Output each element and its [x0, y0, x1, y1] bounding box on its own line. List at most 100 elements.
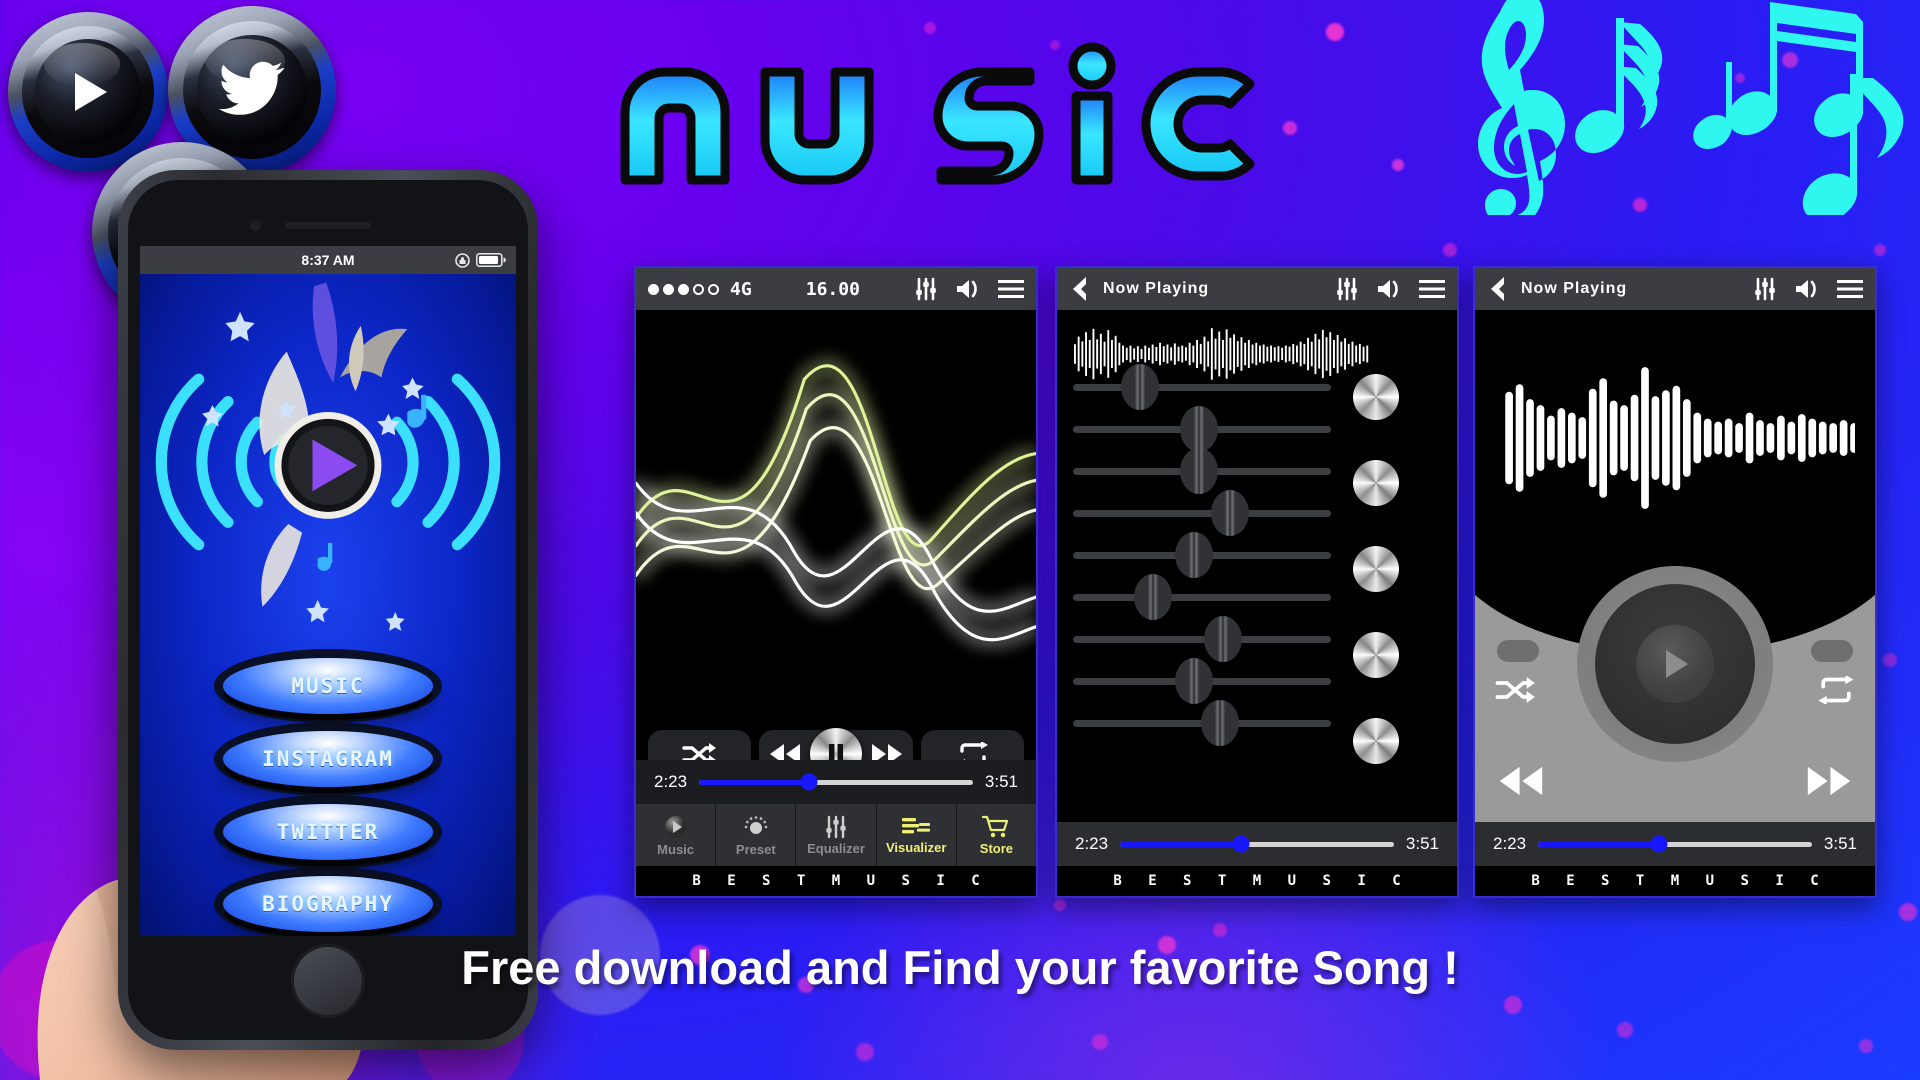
- tab-label: Music: [657, 841, 695, 857]
- eighth-note-small-icon: [1693, 62, 1732, 149]
- battery-icon: [476, 253, 506, 267]
- eq-slider-2[interactable]: [1073, 406, 1331, 452]
- seek-knob[interactable]: [1650, 835, 1668, 853]
- slider-grip[interactable]: [1211, 490, 1250, 536]
- rotary-knob-1[interactable]: [1353, 374, 1399, 420]
- tab-music[interactable]: Music: [636, 804, 717, 866]
- rotary-knob-4[interactable]: [1353, 632, 1399, 678]
- tab-equalizer[interactable]: Equalizer: [796, 804, 877, 866]
- tab-preset[interactable]: Preset: [716, 804, 797, 866]
- seek-slider[interactable]: [1120, 835, 1394, 853]
- front-camera-icon: [250, 220, 261, 231]
- seek-knob[interactable]: [800, 773, 818, 791]
- eq-slider-5[interactable]: [1073, 532, 1331, 578]
- menu-icon[interactable]: [1419, 279, 1445, 299]
- equalizer-icon[interactable]: [1753, 277, 1777, 301]
- slider-grip[interactable]: [1121, 364, 1160, 410]
- tab-store[interactable]: Store: [957, 804, 1036, 866]
- seek-fill: [1120, 841, 1241, 847]
- volume-icon[interactable]: [955, 278, 981, 300]
- chevron-left-icon[interactable]: [1069, 276, 1089, 302]
- seek-fill: [699, 779, 809, 785]
- phone-home-screen: MUSIC INSTAGRAM TWITTER BIOGRAPHY: [140, 274, 516, 936]
- total-time: 3:51: [1823, 834, 1857, 853]
- seek-knob[interactable]: [1232, 835, 1250, 853]
- rounded-bar-waveform: [1505, 367, 1855, 509]
- jog-dial-inner: [1595, 584, 1755, 744]
- screenshot-visualizer: 4G 16.00 2:23 3:51 Music Preset Equalize…: [634, 266, 1038, 898]
- eighth-note-icon: [1802, 74, 1904, 222]
- play-icon: [75, 73, 107, 111]
- rewind-icon[interactable]: [1497, 764, 1545, 798]
- rotary-knob-3[interactable]: [1353, 546, 1399, 592]
- shuffle-icon[interactable]: [1495, 676, 1535, 704]
- volume-icon[interactable]: [1794, 278, 1820, 300]
- slider-grip[interactable]: [1180, 448, 1219, 494]
- tab-label: Visualizer: [885, 839, 947, 855]
- slider-grip[interactable]: [1203, 616, 1242, 662]
- speaker-icon: [664, 815, 687, 838]
- slider-track: [1073, 510, 1331, 517]
- seek-slider[interactable]: [699, 773, 973, 791]
- beamed-eighth-notes-icon: [1728, 2, 1864, 138]
- eq-slider-4[interactable]: [1073, 490, 1331, 536]
- menu-icon[interactable]: [1837, 279, 1863, 299]
- eq-slider-3[interactable]: [1073, 448, 1331, 494]
- slider-track: [1073, 594, 1331, 601]
- menu-icon[interactable]: [998, 279, 1024, 299]
- tab-visualizer[interactable]: Visualizer: [877, 804, 957, 866]
- slider-grip[interactable]: [1175, 658, 1214, 704]
- treble-clef-icon: [1478, 0, 1565, 226]
- repeat-icon[interactable]: [1817, 676, 1855, 704]
- slider-grip[interactable]: [1175, 532, 1214, 578]
- rotation-lock-icon: [455, 252, 470, 268]
- eq-slider-9[interactable]: [1073, 700, 1331, 746]
- elapsed-time: 2:23: [654, 772, 688, 791]
- sixteenth-note-icon: [1575, 18, 1663, 154]
- eq-slider-6[interactable]: [1073, 574, 1331, 620]
- equalizer-icon[interactable]: [1335, 277, 1359, 301]
- earpiece-speaker: [285, 222, 371, 229]
- right-pill-button[interactable]: [1811, 640, 1853, 662]
- signal-strength-dots: [648, 283, 719, 295]
- eq-slider-1[interactable]: [1073, 364, 1331, 410]
- eq-slider-7[interactable]: [1073, 616, 1331, 662]
- fast-forward-icon[interactable]: [1805, 764, 1853, 798]
- badge-face: [35, 39, 141, 145]
- rotary-knob-2[interactable]: [1353, 460, 1399, 506]
- elapsed-time: 2:23: [1493, 834, 1527, 853]
- app-nav-bar: Now Playing: [1057, 268, 1457, 310]
- progress-bar-row: 2:23 3:51: [1475, 822, 1875, 866]
- home-button-twitter[interactable]: TWITTER: [223, 803, 433, 860]
- elapsed-time: 2:23: [1075, 834, 1109, 853]
- home-button-label: BIOGRAPHY: [262, 892, 394, 917]
- home-button-music[interactable]: MUSIC: [223, 657, 433, 714]
- app-nav-bar: Now Playing: [1475, 268, 1875, 310]
- home-button-biography[interactable]: BIOGRAPHY: [223, 876, 433, 933]
- slider-grip[interactable]: [1133, 574, 1172, 620]
- slider-grip[interactable]: [1201, 700, 1240, 746]
- eq-slider-8[interactable]: [1073, 658, 1331, 704]
- seek-slider[interactable]: [1538, 835, 1812, 853]
- phone-clock: 8:37 AM: [301, 252, 355, 268]
- left-pill-button[interactable]: [1497, 640, 1539, 662]
- equalizer-icon[interactable]: [914, 277, 938, 301]
- disc-player-controls: [1475, 534, 1875, 822]
- home-button-instagram[interactable]: INSTAGRAM: [223, 730, 433, 787]
- speaker-splash-art: [155, 282, 501, 631]
- play-button[interactable]: [1636, 625, 1714, 703]
- jog-dial[interactable]: [1577, 566, 1773, 762]
- chevron-left-icon[interactable]: [1487, 276, 1507, 302]
- play-badge[interactable]: [8, 12, 168, 172]
- volume-icon[interactable]: [1376, 278, 1402, 300]
- slider-grip[interactable]: [1180, 406, 1219, 452]
- home-button-label: INSTAGRAM: [262, 746, 394, 771]
- phone-inner: 8:37 AM MUSIC INSTAGRAM TWITTER BIOGRAPH…: [128, 180, 528, 1040]
- home-button-label: MUSIC: [291, 673, 365, 698]
- total-time: 3:51: [1405, 834, 1439, 853]
- brand-footer: B E S T M U S I C: [1057, 866, 1457, 896]
- bottom-tab-bar: Music Preset Equalizer Visualizer Store: [636, 804, 1036, 866]
- screen-title: Now Playing: [1521, 280, 1628, 297]
- progress-bar-row: 2:23 3:51: [1057, 822, 1457, 866]
- rotary-knob-5[interactable]: [1353, 718, 1399, 764]
